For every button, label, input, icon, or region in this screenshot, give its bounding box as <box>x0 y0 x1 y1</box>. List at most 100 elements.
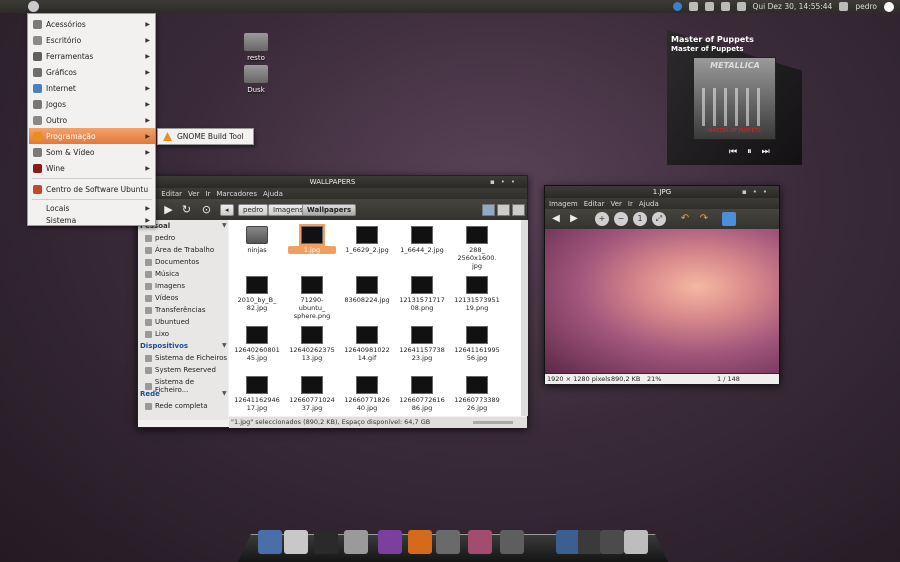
file-item[interactable]: 12131573951 19.png <box>453 276 501 312</box>
bluetooth-icon[interactable] <box>688 2 698 11</box>
zoom-in-icon[interactable]: + <box>595 212 609 226</box>
sidebar-item-desktop[interactable]: Área de Trabalho <box>145 246 214 254</box>
collapse-icon[interactable]: ▼ <box>222 390 227 397</box>
sidebar-item-pedro[interactable]: pedro <box>145 234 175 242</box>
rotate-right-icon[interactable]: ↷ <box>697 212 711 226</box>
menu-edit[interactable]: Editar <box>161 190 182 198</box>
file-item[interactable]: 1_6629_2.jpg <box>343 226 391 254</box>
nautilus-dock-icon[interactable] <box>258 530 282 554</box>
file-item[interactable]: 1_6644_2.jpg <box>398 226 446 254</box>
mixer-dock-icon[interactable] <box>600 530 624 554</box>
reload-icon[interactable]: ↻ <box>180 203 193 216</box>
file-item[interactable]: 12640981022 14.gif <box>343 326 391 362</box>
zoom-fit-icon[interactable]: ⤢ <box>652 212 666 226</box>
pause-icon[interactable]: ⏸ <box>747 147 752 157</box>
image-viewer-dock-icon[interactable] <box>408 530 432 554</box>
menu-item-other[interactable]: Outro ▶ <box>29 112 155 128</box>
network-icon[interactable] <box>672 2 682 11</box>
sidebar-item-pictures[interactable]: Imagens <box>145 282 185 290</box>
computer-dock-icon[interactable] <box>556 530 580 554</box>
wallpaper-dock-icon[interactable] <box>468 530 492 554</box>
file-item[interactable]: 12641161995 56.jpg <box>453 326 501 362</box>
zoom-slider[interactable] <box>473 421 513 424</box>
menu-item-graphics[interactable]: Gráficos ▶ <box>29 64 155 80</box>
menu-item-sound-video[interactable]: Som & Vídeo ▶ <box>29 144 155 160</box>
folder2-dock-icon[interactable] <box>500 530 524 554</box>
power-icon[interactable] <box>884 1 894 12</box>
file-item[interactable]: 12660772616 86.jpg <box>398 376 446 412</box>
close-icon[interactable]: • <box>763 188 773 196</box>
desktop-folder-dusk[interactable]: Dusk <box>236 65 276 94</box>
menu-edit[interactable]: Editar <box>584 200 605 208</box>
menu-item-programming[interactable]: Programação ▶ <box>29 128 155 144</box>
monitor-dock-icon[interactable] <box>578 530 602 554</box>
file-item[interactable]: 1.jpg <box>288 226 336 254</box>
file-item[interactable]: 12640260801 45.jpg <box>233 326 281 362</box>
file-item[interactable]: 12660771024 37.jpg <box>288 376 336 412</box>
user-name[interactable]: pedro <box>855 2 877 11</box>
file-item[interactable]: 12131571717 08.png <box>398 276 446 312</box>
folder-item[interactable]: ninjas <box>233 226 281 254</box>
file-item[interactable]: 12641157738 23.jpg <box>398 326 446 362</box>
file-grid[interactable]: ninjas 1.jpg 1_6629_2.jpg 1_6644_2.jpg 288_ … <box>229 220 521 416</box>
minimize-icon[interactable]: ▪ <box>490 178 501 186</box>
folder-dock-icon[interactable] <box>436 530 460 554</box>
sidebar-item-music[interactable]: Música <box>145 270 179 278</box>
menu-item-games[interactable]: Jogos ▶ <box>29 96 155 112</box>
sidebar-item-ubuntued[interactable]: Ubuntued <box>145 318 189 326</box>
webcam-dock-icon[interactable] <box>344 530 368 554</box>
menu-help[interactable]: Ajuda <box>263 190 283 198</box>
zoom-icon[interactable]: ⊙ <box>200 203 213 216</box>
sidebar-item-system-reserved[interactable]: System Reserved <box>145 366 216 374</box>
menu-help[interactable]: Ajuda <box>639 200 659 208</box>
menu-item-office[interactable]: Escritório ▶ <box>29 32 155 48</box>
menu-bookmarks[interactable]: Marcadores <box>216 190 257 198</box>
file-item[interactable]: 288_ 2560x1600. jpg <box>453 226 501 270</box>
close-icon[interactable]: • <box>511 178 521 186</box>
sidebar-item-trash[interactable]: Lixo <box>145 330 169 338</box>
previous-icon[interactable]: ⏮ <box>729 147 737 157</box>
ubuntu-menu-icon[interactable] <box>28 1 39 12</box>
image-viewer-titlebar[interactable]: 1.JPG ▪•• <box>545 186 779 198</box>
menu-item-software-center[interactable]: Centro de Software Ubuntu <box>29 181 155 197</box>
file-item[interactable]: 2010_by_B_ 82.jpg <box>233 276 281 312</box>
slideshow-icon[interactable] <box>722 212 736 226</box>
sidebar-item-videos[interactable]: Vídeos <box>145 294 178 302</box>
trash-dock-icon[interactable] <box>624 530 648 554</box>
menu-view[interactable]: Ver <box>188 190 199 198</box>
submenu-item-gnome-build-tool[interactable]: GNOME Build Tool <box>177 132 244 141</box>
wifi-icon[interactable] <box>704 2 714 11</box>
list-view-button[interactable] <box>512 204 525 216</box>
menu-item-system[interactable]: Sistema ▶ <box>29 212 155 228</box>
file-item[interactable]: 12641162946 17.jpg <box>233 376 281 412</box>
file-item[interactable]: 71290- ubuntu_ sphere.png <box>288 276 336 320</box>
menu-go[interactable]: Ir <box>628 200 633 208</box>
file-item[interactable]: 12660771826 40.jpg <box>343 376 391 412</box>
menu-item-wine[interactable]: Wine ▶ <box>29 160 155 176</box>
menu-view[interactable]: Ver <box>610 200 621 208</box>
file-item[interactable]: 12660773389 26.jpg <box>453 376 501 412</box>
breadcrumb-pedro[interactable]: pedro <box>238 204 269 216</box>
menu-image[interactable]: Imagem <box>549 200 578 208</box>
menu-item-accessories[interactable]: Acessórios ▶ <box>29 16 155 32</box>
vertical-scrollbar[interactable] <box>521 220 528 416</box>
file-item[interactable]: 83608224.jpg <box>343 276 391 304</box>
pidgin-dock-icon[interactable] <box>378 530 402 554</box>
zoom-out-icon[interactable]: − <box>614 212 628 226</box>
compact-view-button[interactable] <box>497 204 510 216</box>
breadcrumb-wallpapers[interactable]: Wallpapers <box>302 204 357 216</box>
file-item[interactable]: 12640262375 13.jpg <box>288 326 336 362</box>
sidebar-item-filesystem[interactable]: Sistema de Ficheiros <box>145 354 227 362</box>
menu-go[interactable]: Ir <box>205 190 210 198</box>
menu-item-internet[interactable]: Internet ▶ <box>29 80 155 96</box>
desktop-folder-resto[interactable]: resto <box>236 33 276 62</box>
zoom-normal-icon[interactable]: 1 <box>633 212 647 226</box>
previous-image-icon[interactable]: ◀ <box>549 212 563 226</box>
rotate-left-icon[interactable]: ↶ <box>678 212 692 226</box>
sidebar-item-network[interactable]: Rede completa <box>145 402 208 410</box>
crumb-toggle-icon[interactable]: ◂ <box>220 204 234 216</box>
displayed-image[interactable] <box>545 229 779 373</box>
icon-view-button[interactable] <box>482 204 495 216</box>
sidebar-item-documents[interactable]: Documentos <box>145 258 199 266</box>
file-manager-titlebar[interactable]: WALLPAPERS ▪•• <box>138 176 527 188</box>
